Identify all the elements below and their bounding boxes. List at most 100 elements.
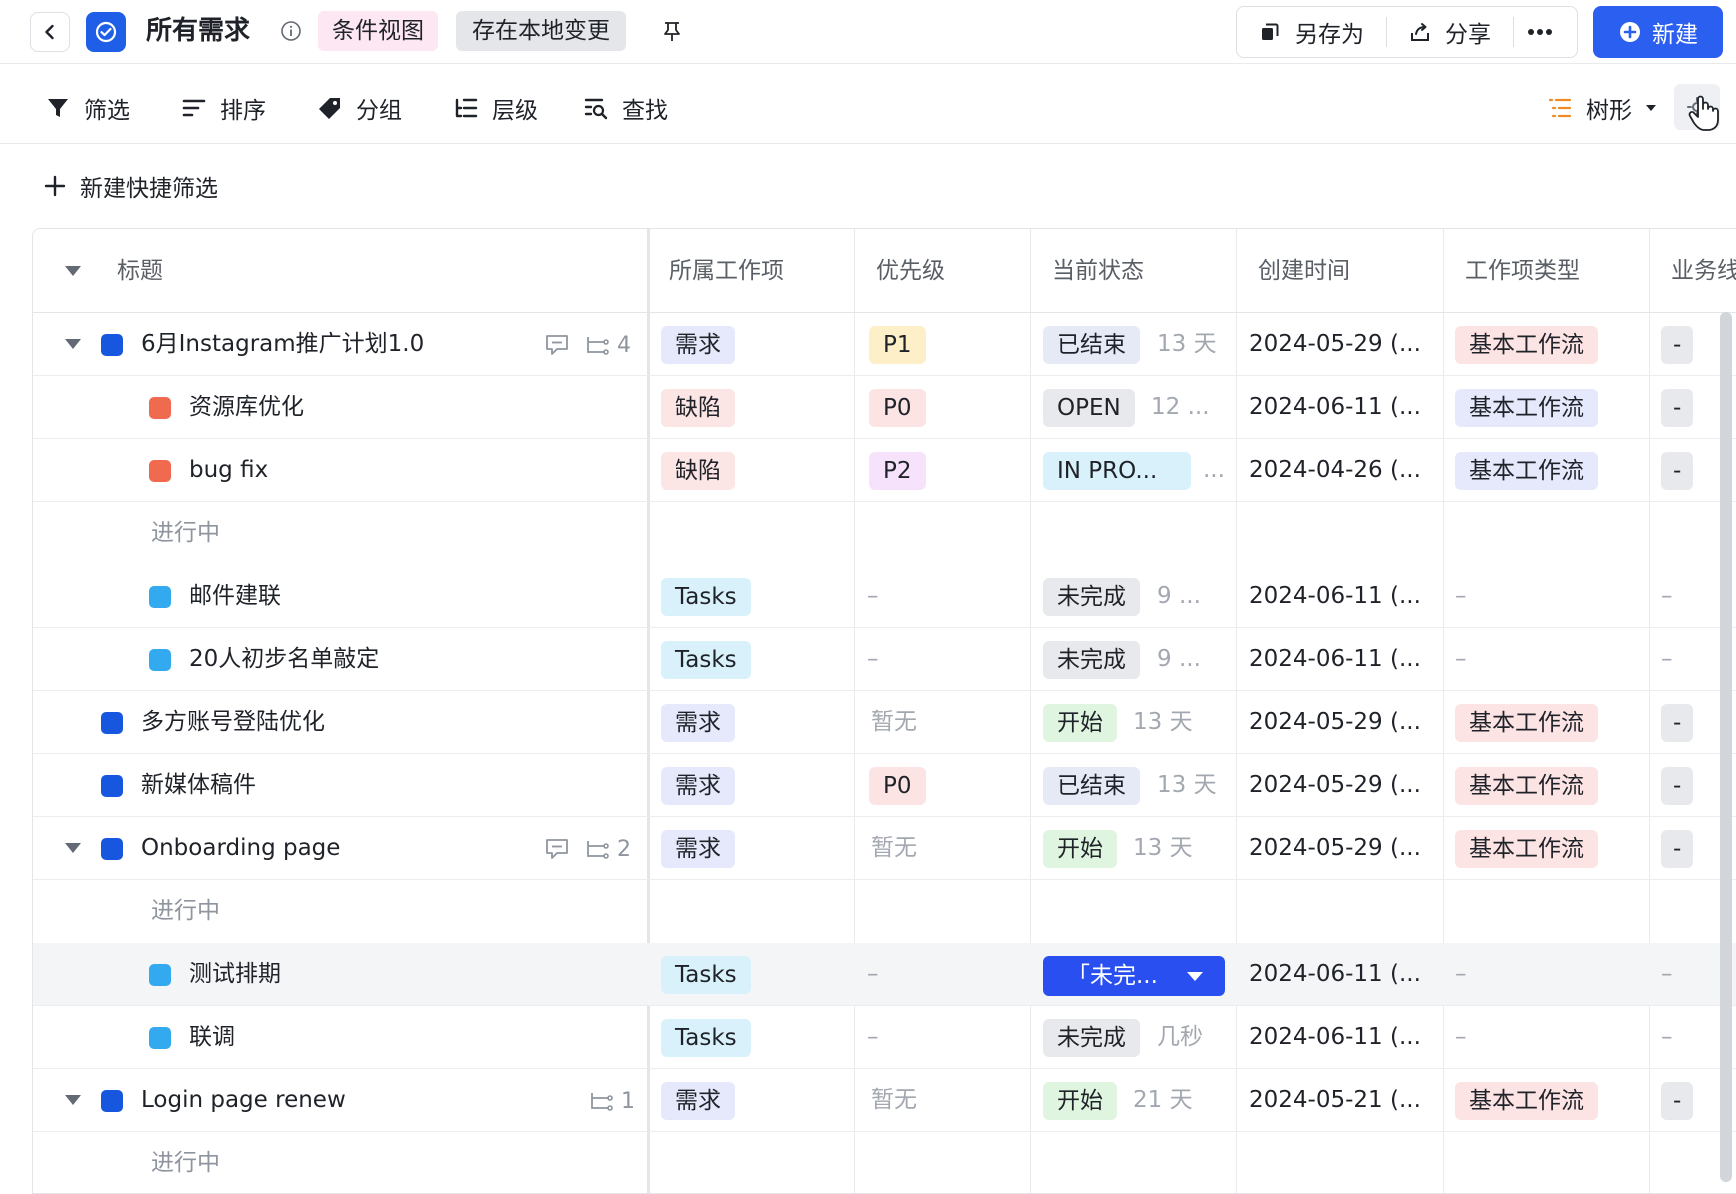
row-title[interactable]: 6月Instagram推广计划1.0 bbox=[141, 313, 424, 376]
collapse-all-icon[interactable] bbox=[65, 266, 81, 276]
type-tag[interactable]: 基本工作流 bbox=[1455, 452, 1598, 490]
collapse-icon[interactable] bbox=[65, 843, 81, 853]
table-row[interactable]: Onboarding page 2 需求 暂无 开始 13 天 2024-05-… bbox=[33, 817, 1736, 880]
status-tag[interactable]: 已结束 bbox=[1043, 767, 1140, 805]
type-tag[interactable]: 基本工作流 bbox=[1455, 326, 1598, 364]
status-tag[interactable]: 开始 bbox=[1043, 830, 1117, 868]
row-title[interactable]: 新媒体稿件 bbox=[141, 754, 256, 817]
column-header-priority[interactable]: 优先级 bbox=[876, 229, 945, 313]
table-row[interactable]: 邮件建联 Tasks – 未完成 9 ... 2024-06-11 (... –… bbox=[33, 565, 1736, 628]
row-title[interactable]: 测试排期 bbox=[189, 943, 281, 1006]
business-line-tag[interactable]: - bbox=[1661, 1082, 1694, 1120]
row-title[interactable]: Onboarding page bbox=[141, 817, 340, 880]
priority-tag[interactable]: P0 bbox=[869, 767, 926, 805]
created-time: 2024-06-11 (... bbox=[1249, 961, 1421, 987]
work-item-tag[interactable]: 需求 bbox=[661, 704, 735, 742]
info-icon[interactable] bbox=[280, 20, 302, 42]
type-tag[interactable]: 基本工作流 bbox=[1455, 389, 1598, 427]
column-header-work-item[interactable]: 所属工作项 bbox=[669, 229, 784, 313]
work-item-tag[interactable]: 缺陷 bbox=[661, 389, 735, 427]
business-line-tag[interactable]: - bbox=[1661, 767, 1694, 805]
collapse-icon[interactable] bbox=[65, 1095, 81, 1105]
view-mode-dropdown[interactable]: 树形 bbox=[1548, 90, 1664, 126]
work-item-tag[interactable]: 需求 bbox=[661, 767, 735, 805]
work-item-tag[interactable]: Tasks bbox=[661, 578, 751, 616]
table-row[interactable]: 多方账号登陆优化 需求 暂无 开始 13 天 2024-05-29 (... 基… bbox=[33, 691, 1736, 754]
work-item-tag[interactable]: 缺陷 bbox=[661, 452, 735, 490]
filter-label: 筛选 bbox=[84, 98, 130, 124]
work-item-tag[interactable]: Tasks bbox=[661, 1019, 751, 1057]
work-item-tag[interactable]: Tasks bbox=[661, 956, 751, 994]
work-item-tag[interactable]: 需求 bbox=[661, 1082, 735, 1120]
work-item-tag[interactable]: Tasks bbox=[661, 641, 751, 679]
row-title[interactable]: bug fix bbox=[189, 439, 268, 502]
status-tag[interactable]: 开始 bbox=[1043, 1082, 1117, 1120]
page-title: 所有需求 bbox=[146, 16, 251, 46]
column-header-business-line[interactable]: 业务线 bbox=[1671, 229, 1736, 313]
back-button[interactable] bbox=[30, 12, 70, 52]
column-header-status[interactable]: 当前状态 bbox=[1052, 229, 1144, 313]
group-button[interactable]: 分组 bbox=[318, 90, 402, 126]
type-tag[interactable]: 基本工作流 bbox=[1455, 830, 1598, 868]
work-item-tag[interactable]: 需求 bbox=[661, 830, 735, 868]
column-header-created[interactable]: 创建时间 bbox=[1258, 229, 1350, 313]
condition-view-chip[interactable]: 条件视图 bbox=[318, 11, 438, 51]
new-quick-filter-button[interactable]: 新建快捷筛选 bbox=[44, 168, 218, 204]
created-time: 2024-05-29 (... bbox=[1249, 772, 1421, 798]
save-as-button[interactable]: 另存为 bbox=[1237, 7, 1386, 57]
table-row[interactable]: 新媒体稿件 需求 P0 已结束 13 天 2024-05-29 (... 基本工… bbox=[33, 754, 1736, 817]
table-row[interactable]: 20人初步名单敲定 Tasks – 未完成 9 ... 2024-06-11 (… bbox=[33, 628, 1736, 691]
business-line-tag[interactable]: - bbox=[1661, 830, 1694, 868]
column-header-type[interactable]: 工作项类型 bbox=[1465, 229, 1580, 313]
status-tag[interactable]: IN PRO... bbox=[1043, 452, 1191, 490]
status-tag[interactable]: 未完成 bbox=[1043, 578, 1140, 616]
collapse-icon[interactable] bbox=[65, 339, 81, 349]
business-line-tag[interactable]: - bbox=[1661, 389, 1694, 427]
business-line-tag[interactable]: - bbox=[1661, 452, 1694, 490]
business-line-tag[interactable]: - bbox=[1661, 704, 1694, 742]
table-header: 标题 所属工作项 优先级 当前状态 创建时间 工作项类型 业务线 bbox=[33, 229, 1736, 313]
row-title[interactable]: 多方账号登陆优化 bbox=[141, 691, 325, 754]
new-button[interactable]: 新建 bbox=[1593, 6, 1723, 58]
table-row[interactable]: 资源库优化 缺陷 P0 OPEN 12 ... 2024-06-11 (... … bbox=[33, 376, 1736, 439]
more-button[interactable] bbox=[1514, 7, 1566, 57]
table-row-selected[interactable]: 测试排期 Tasks – 「未完... 2024-06-11 (... – – bbox=[33, 943, 1736, 1006]
row-title[interactable]: 20人初步名单敲定 bbox=[189, 628, 379, 691]
table-row[interactable]: bug fix 缺陷 P2 IN PRO... ... 2024-04-26 (… bbox=[33, 439, 1736, 502]
sort-button[interactable]: 排序 bbox=[182, 90, 266, 126]
type-tag[interactable]: 基本工作流 bbox=[1455, 704, 1598, 742]
status-tag[interactable]: 开始 bbox=[1043, 704, 1117, 742]
row-title[interactable]: Login page renew bbox=[141, 1069, 346, 1132]
find-button[interactable]: 查找 bbox=[584, 90, 668, 126]
priority-tag[interactable]: P1 bbox=[869, 326, 926, 364]
created-time: 2024-06-11 (... bbox=[1249, 583, 1421, 609]
row-title[interactable]: 资源库优化 bbox=[189, 376, 304, 439]
task-type-icon bbox=[149, 1027, 171, 1049]
pin-icon[interactable] bbox=[660, 19, 684, 43]
status-tag[interactable]: OPEN bbox=[1043, 389, 1135, 427]
filter-icon bbox=[48, 99, 68, 117]
status-tag[interactable]: 未完成 bbox=[1043, 1019, 1140, 1057]
priority-tag[interactable]: P0 bbox=[869, 389, 926, 427]
work-item-tag[interactable]: 需求 bbox=[661, 326, 735, 364]
type-tag[interactable]: 基本工作流 bbox=[1455, 1082, 1598, 1120]
table-row[interactable]: Login page renew 1 需求 暂无 开始 21 天 2024-05… bbox=[33, 1069, 1736, 1132]
share-button[interactable]: 分享 bbox=[1387, 7, 1513, 57]
row-title[interactable]: 联调 bbox=[189, 1006, 235, 1069]
status-tag[interactable]: 未完成 bbox=[1043, 641, 1140, 679]
local-changes-chip[interactable]: 存在本地变更 bbox=[456, 11, 626, 51]
type-tag[interactable]: 基本工作流 bbox=[1455, 767, 1598, 805]
status-tag[interactable]: 已结束 bbox=[1043, 326, 1140, 364]
comment-icon[interactable] bbox=[545, 334, 569, 356]
status-dropdown[interactable]: 「未完... bbox=[1043, 956, 1225, 996]
vertical-scrollbar[interactable] bbox=[1720, 312, 1732, 1182]
priority-tag[interactable]: P2 bbox=[869, 452, 926, 490]
table-row[interactable]: 6月Instagram推广计划1.0 4 需求 P1 已结束 13 天 2024… bbox=[33, 313, 1736, 376]
column-header-title[interactable]: 标题 bbox=[117, 229, 163, 313]
row-title[interactable]: 邮件建联 bbox=[189, 565, 281, 628]
table-row[interactable]: 联调 Tasks – 未完成 几秒 2024-06-11 (... – – bbox=[33, 1006, 1736, 1069]
level-button[interactable]: 层级 bbox=[454, 90, 538, 126]
comment-icon[interactable] bbox=[545, 838, 569, 860]
business-line-tag[interactable]: - bbox=[1661, 326, 1694, 364]
filter-button[interactable]: 筛选 bbox=[46, 90, 130, 126]
